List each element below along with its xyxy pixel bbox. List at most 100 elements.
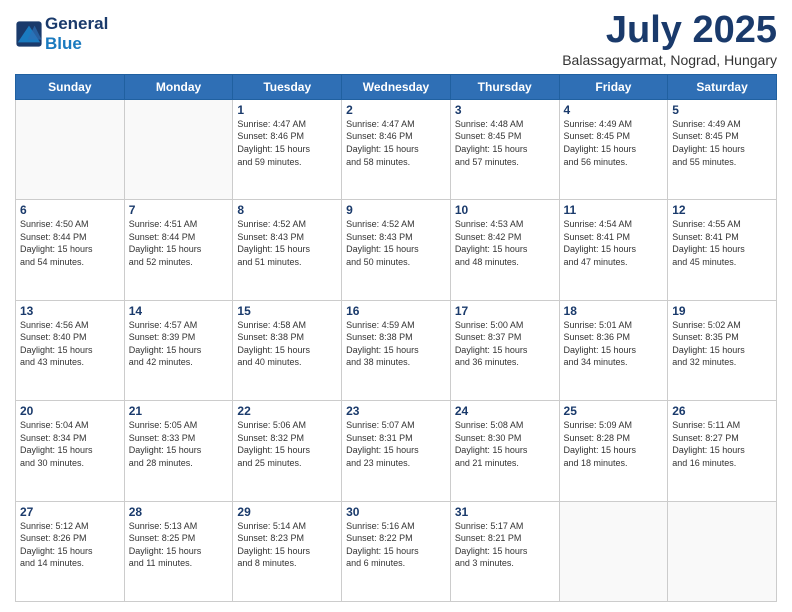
- calendar-cell: 10Sunrise: 4:53 AM Sunset: 8:42 PM Dayli…: [450, 200, 559, 300]
- calendar-cell: 26Sunrise: 5:11 AM Sunset: 8:27 PM Dayli…: [668, 401, 777, 501]
- day-header-wednesday: Wednesday: [342, 74, 451, 99]
- page: General Blue July 2025 Balassagyarmat, N…: [0, 0, 792, 612]
- calendar-cell: 30Sunrise: 5:16 AM Sunset: 8:22 PM Dayli…: [342, 501, 451, 601]
- calendar-cell: [16, 99, 125, 199]
- day-number: 12: [672, 203, 772, 217]
- day-header-monday: Monday: [124, 74, 233, 99]
- calendar-cell: 20Sunrise: 5:04 AM Sunset: 8:34 PM Dayli…: [16, 401, 125, 501]
- day-number: 15: [237, 304, 337, 318]
- day-number: 23: [346, 404, 446, 418]
- calendar-cell: 17Sunrise: 5:00 AM Sunset: 8:37 PM Dayli…: [450, 300, 559, 400]
- calendar-cell: 27Sunrise: 5:12 AM Sunset: 8:26 PM Dayli…: [16, 501, 125, 601]
- day-header-saturday: Saturday: [668, 74, 777, 99]
- day-info: Sunrise: 4:54 AM Sunset: 8:41 PM Dayligh…: [564, 218, 664, 268]
- day-number: 14: [129, 304, 229, 318]
- day-info: Sunrise: 4:58 AM Sunset: 8:38 PM Dayligh…: [237, 319, 337, 369]
- day-info: Sunrise: 4:55 AM Sunset: 8:41 PM Dayligh…: [672, 218, 772, 268]
- day-info: Sunrise: 5:09 AM Sunset: 8:28 PM Dayligh…: [564, 419, 664, 469]
- calendar-cell: 16Sunrise: 4:59 AM Sunset: 8:38 PM Dayli…: [342, 300, 451, 400]
- day-number: 7: [129, 203, 229, 217]
- day-number: 18: [564, 304, 664, 318]
- logo: General Blue: [15, 14, 108, 53]
- day-info: Sunrise: 5:02 AM Sunset: 8:35 PM Dayligh…: [672, 319, 772, 369]
- day-info: Sunrise: 4:47 AM Sunset: 8:46 PM Dayligh…: [346, 118, 446, 168]
- calendar-cell: 18Sunrise: 5:01 AM Sunset: 8:36 PM Dayli…: [559, 300, 668, 400]
- day-number: 8: [237, 203, 337, 217]
- day-info: Sunrise: 4:52 AM Sunset: 8:43 PM Dayligh…: [346, 218, 446, 268]
- day-info: Sunrise: 4:51 AM Sunset: 8:44 PM Dayligh…: [129, 218, 229, 268]
- day-info: Sunrise: 4:50 AM Sunset: 8:44 PM Dayligh…: [20, 218, 120, 268]
- calendar-cell: 6Sunrise: 4:50 AM Sunset: 8:44 PM Daylig…: [16, 200, 125, 300]
- calendar-cell: 14Sunrise: 4:57 AM Sunset: 8:39 PM Dayli…: [124, 300, 233, 400]
- week-row-3: 13Sunrise: 4:56 AM Sunset: 8:40 PM Dayli…: [16, 300, 777, 400]
- day-info: Sunrise: 5:06 AM Sunset: 8:32 PM Dayligh…: [237, 419, 337, 469]
- day-info: Sunrise: 4:48 AM Sunset: 8:45 PM Dayligh…: [455, 118, 555, 168]
- day-header-sunday: Sunday: [16, 74, 125, 99]
- day-info: Sunrise: 5:11 AM Sunset: 8:27 PM Dayligh…: [672, 419, 772, 469]
- day-number: 5: [672, 103, 772, 117]
- day-header-tuesday: Tuesday: [233, 74, 342, 99]
- day-number: 9: [346, 203, 446, 217]
- day-number: 26: [672, 404, 772, 418]
- day-info: Sunrise: 5:14 AM Sunset: 8:23 PM Dayligh…: [237, 520, 337, 570]
- day-number: 4: [564, 103, 664, 117]
- calendar-cell: 25Sunrise: 5:09 AM Sunset: 8:28 PM Dayli…: [559, 401, 668, 501]
- calendar-cell: [124, 99, 233, 199]
- title-block: July 2025 Balassagyarmat, Nograd, Hungar…: [562, 10, 777, 68]
- day-number: 24: [455, 404, 555, 418]
- day-number: 21: [129, 404, 229, 418]
- week-row-4: 20Sunrise: 5:04 AM Sunset: 8:34 PM Dayli…: [16, 401, 777, 501]
- day-number: 27: [20, 505, 120, 519]
- days-header-row: SundayMondayTuesdayWednesdayThursdayFrid…: [16, 74, 777, 99]
- day-header-thursday: Thursday: [450, 74, 559, 99]
- calendar-cell: 24Sunrise: 5:08 AM Sunset: 8:30 PM Dayli…: [450, 401, 559, 501]
- calendar-cell: 19Sunrise: 5:02 AM Sunset: 8:35 PM Dayli…: [668, 300, 777, 400]
- calendar-cell: [559, 501, 668, 601]
- calendar-cell: 13Sunrise: 4:56 AM Sunset: 8:40 PM Dayli…: [16, 300, 125, 400]
- day-info: Sunrise: 4:47 AM Sunset: 8:46 PM Dayligh…: [237, 118, 337, 168]
- day-number: 19: [672, 304, 772, 318]
- header: General Blue July 2025 Balassagyarmat, N…: [15, 10, 777, 68]
- day-info: Sunrise: 5:12 AM Sunset: 8:26 PM Dayligh…: [20, 520, 120, 570]
- day-number: 30: [346, 505, 446, 519]
- calendar-cell: 9Sunrise: 4:52 AM Sunset: 8:43 PM Daylig…: [342, 200, 451, 300]
- subtitle: Balassagyarmat, Nograd, Hungary: [562, 52, 777, 68]
- day-number: 29: [237, 505, 337, 519]
- calendar-cell: [668, 501, 777, 601]
- calendar-cell: 21Sunrise: 5:05 AM Sunset: 8:33 PM Dayli…: [124, 401, 233, 501]
- day-info: Sunrise: 4:53 AM Sunset: 8:42 PM Dayligh…: [455, 218, 555, 268]
- calendar-cell: 11Sunrise: 4:54 AM Sunset: 8:41 PM Dayli…: [559, 200, 668, 300]
- calendar-cell: 31Sunrise: 5:17 AM Sunset: 8:21 PM Dayli…: [450, 501, 559, 601]
- day-info: Sunrise: 4:59 AM Sunset: 8:38 PM Dayligh…: [346, 319, 446, 369]
- day-number: 1: [237, 103, 337, 117]
- logo-icon: [15, 20, 43, 48]
- day-info: Sunrise: 4:49 AM Sunset: 8:45 PM Dayligh…: [672, 118, 772, 168]
- calendar-cell: 2Sunrise: 4:47 AM Sunset: 8:46 PM Daylig…: [342, 99, 451, 199]
- day-info: Sunrise: 5:16 AM Sunset: 8:22 PM Dayligh…: [346, 520, 446, 570]
- day-header-friday: Friday: [559, 74, 668, 99]
- calendar-cell: 5Sunrise: 4:49 AM Sunset: 8:45 PM Daylig…: [668, 99, 777, 199]
- day-number: 11: [564, 203, 664, 217]
- calendar-cell: 3Sunrise: 4:48 AM Sunset: 8:45 PM Daylig…: [450, 99, 559, 199]
- day-info: Sunrise: 5:08 AM Sunset: 8:30 PM Dayligh…: [455, 419, 555, 469]
- day-info: Sunrise: 4:57 AM Sunset: 8:39 PM Dayligh…: [129, 319, 229, 369]
- day-info: Sunrise: 5:05 AM Sunset: 8:33 PM Dayligh…: [129, 419, 229, 469]
- day-info: Sunrise: 5:00 AM Sunset: 8:37 PM Dayligh…: [455, 319, 555, 369]
- day-info: Sunrise: 5:07 AM Sunset: 8:31 PM Dayligh…: [346, 419, 446, 469]
- day-number: 13: [20, 304, 120, 318]
- day-number: 17: [455, 304, 555, 318]
- week-row-5: 27Sunrise: 5:12 AM Sunset: 8:26 PM Dayli…: [16, 501, 777, 601]
- day-number: 22: [237, 404, 337, 418]
- calendar-cell: 8Sunrise: 4:52 AM Sunset: 8:43 PM Daylig…: [233, 200, 342, 300]
- day-info: Sunrise: 5:17 AM Sunset: 8:21 PM Dayligh…: [455, 520, 555, 570]
- day-number: 16: [346, 304, 446, 318]
- month-title: July 2025: [562, 10, 777, 52]
- day-info: Sunrise: 4:49 AM Sunset: 8:45 PM Dayligh…: [564, 118, 664, 168]
- calendar-cell: 12Sunrise: 4:55 AM Sunset: 8:41 PM Dayli…: [668, 200, 777, 300]
- week-row-2: 6Sunrise: 4:50 AM Sunset: 8:44 PM Daylig…: [16, 200, 777, 300]
- calendar-cell: 15Sunrise: 4:58 AM Sunset: 8:38 PM Dayli…: [233, 300, 342, 400]
- day-info: Sunrise: 4:56 AM Sunset: 8:40 PM Dayligh…: [20, 319, 120, 369]
- day-info: Sunrise: 4:52 AM Sunset: 8:43 PM Dayligh…: [237, 218, 337, 268]
- day-info: Sunrise: 5:01 AM Sunset: 8:36 PM Dayligh…: [564, 319, 664, 369]
- calendar-cell: 4Sunrise: 4:49 AM Sunset: 8:45 PM Daylig…: [559, 99, 668, 199]
